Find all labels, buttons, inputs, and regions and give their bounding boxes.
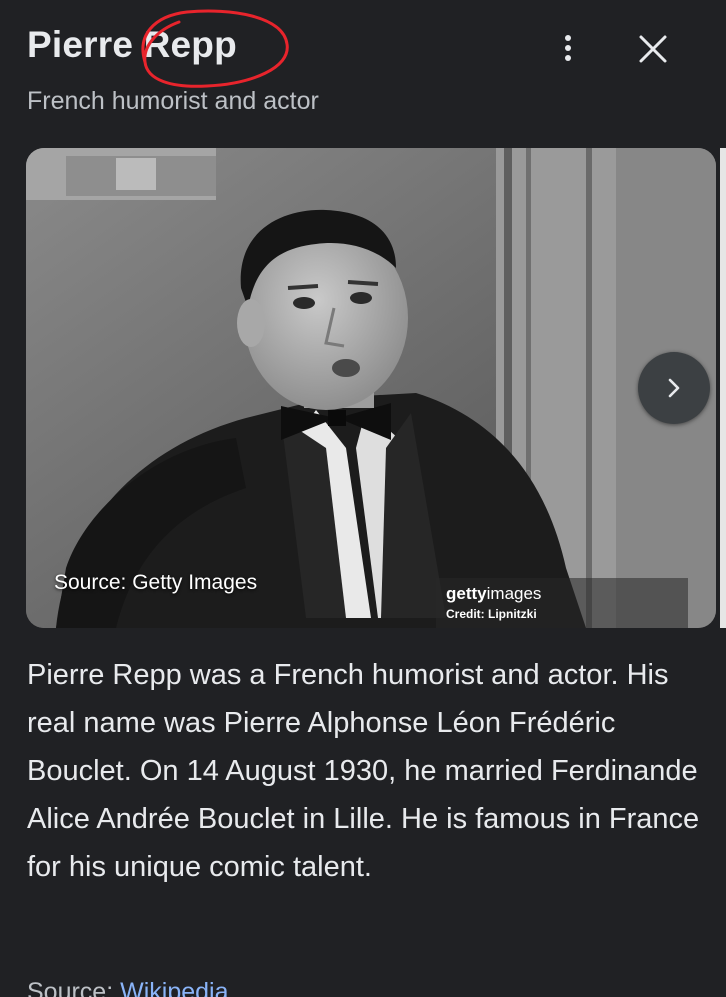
description-source: Source: Wikipedia	[27, 978, 229, 997]
next-image-button[interactable]	[638, 352, 710, 424]
entity-title: Pierre Repp	[27, 24, 237, 65]
getty-watermark: gettyimages	[446, 584, 541, 604]
next-image-peek	[720, 148, 726, 628]
more-vert-icon	[565, 35, 571, 61]
close-icon	[639, 35, 667, 63]
more-options-button[interactable]	[550, 28, 586, 68]
portrait-photo	[26, 148, 716, 628]
getty-brand: getty	[446, 584, 487, 603]
chevron-right-icon	[668, 378, 680, 398]
wikipedia-link[interactable]: Wikipedia	[120, 978, 228, 997]
entity-subtitle: French humorist and actor	[27, 87, 319, 115]
entity-description: Pierre Repp was a French humorist and ac…	[27, 659, 700, 883]
image-source-label: Source: Getty Images	[54, 571, 258, 594]
close-button[interactable]	[630, 26, 676, 72]
getty-brand-suffix: images	[486, 584, 542, 603]
knowledge-panel: Pierre Repp French humorist and actor So…	[0, 0, 726, 997]
source-prefix: Source:	[27, 978, 114, 997]
photo-credit: Credit: Lipnitzki	[446, 607, 537, 621]
portrait-image[interactable]	[26, 148, 716, 628]
